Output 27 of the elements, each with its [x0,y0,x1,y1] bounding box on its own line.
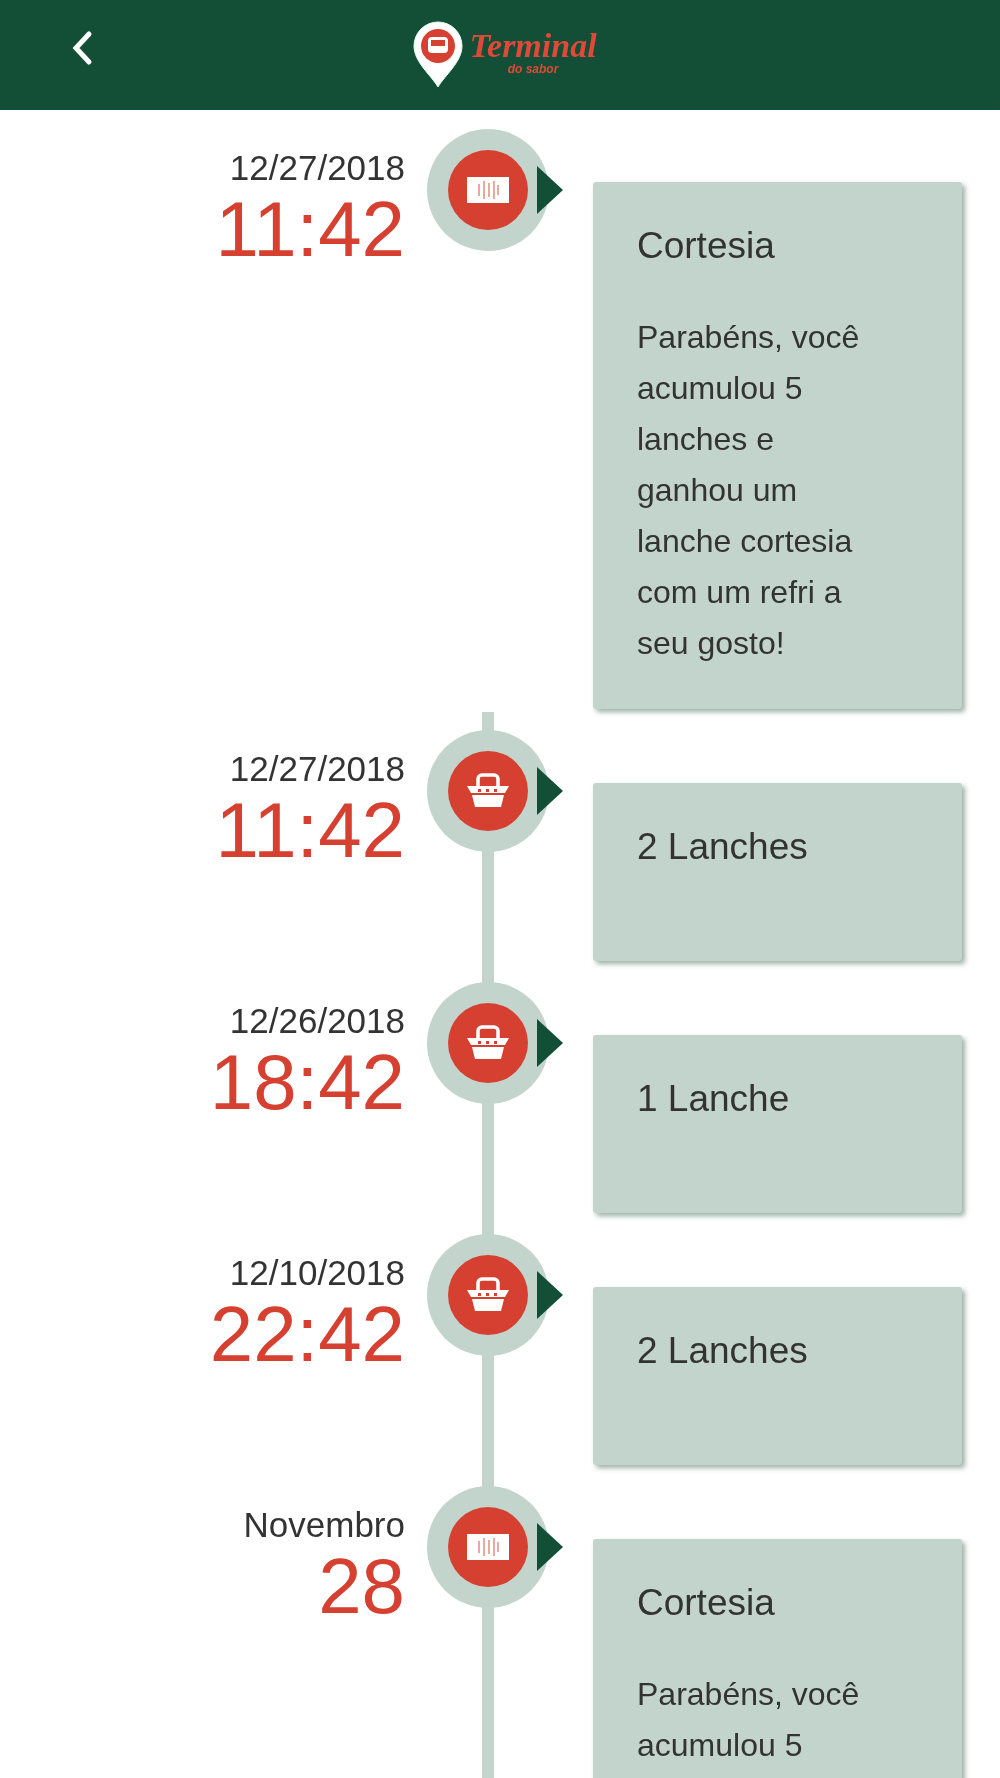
logo-text: Terminal [469,29,597,63]
entry-time: 11:42 [215,189,405,269]
card-title: 1 Lanche [637,1077,791,1121]
entry-time: 28 [318,1546,405,1626]
pointer-icon [537,1523,563,1571]
logo-pin-icon [411,20,466,90]
logo-tagline: do sabor [507,63,559,75]
entry-time: 22:42 [209,1294,405,1374]
card-message: Parabéns, você acumulou 5 lanches e ganhou um lanche cortesia com um refri a seu gosto! [637,318,861,663]
pointer-icon [537,767,563,815]
card-title: Cortesia [637,1581,776,1625]
card-message: Parabéns, você acumulou 5 [637,1675,861,1765]
pointer-icon [537,166,563,214]
card-title: Cortesia [637,224,776,268]
card-title: 2 Lanches [637,1329,809,1373]
pointer-icon [537,1019,563,1067]
entry-date: 12/27/2018 [229,748,405,790]
entry-date: Novembro [243,1504,405,1546]
entry-time: 18:42 [209,1042,405,1122]
pointer-icon [537,1271,563,1319]
entry-date: 12/26/2018 [229,1000,405,1042]
ticket-icon [466,1533,510,1561]
entry-date: 12/27/2018 [229,147,405,189]
ticket-icon [466,176,510,204]
entry-date: 12/10/2018 [229,1252,405,1294]
card-title: 2 Lanches [637,825,809,869]
entry-time: 11:42 [215,790,405,870]
